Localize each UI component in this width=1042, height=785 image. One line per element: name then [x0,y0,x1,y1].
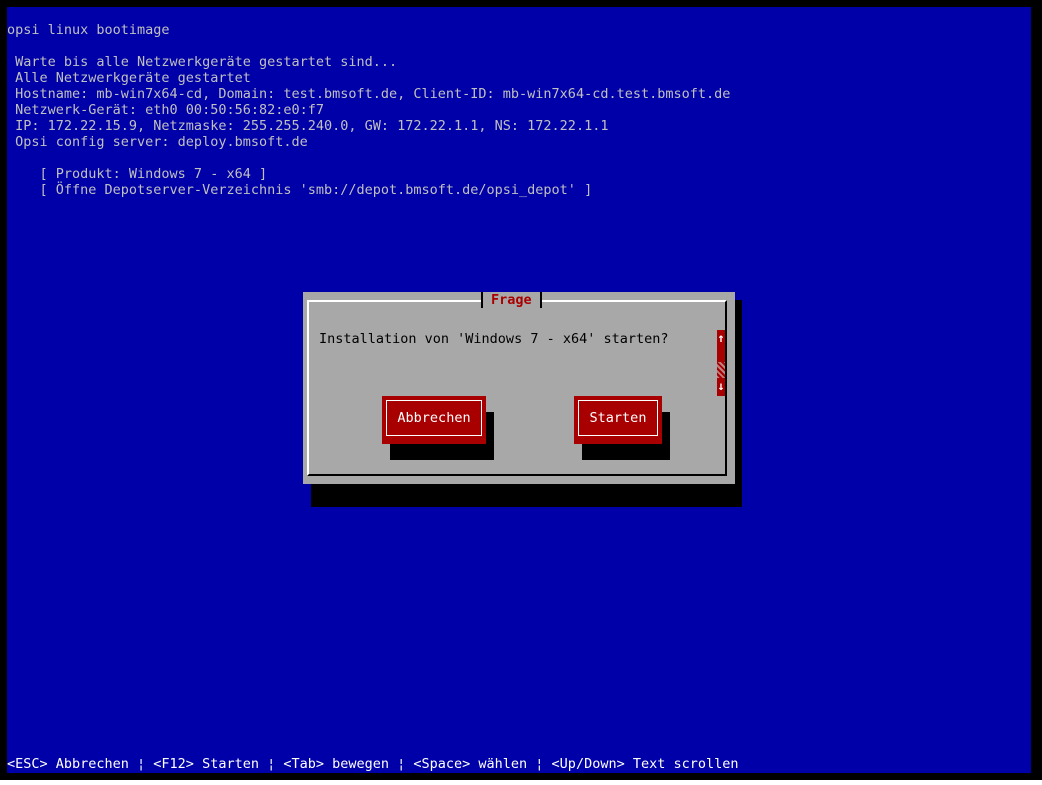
log-line: Alle Netzwerkgeräte gestartet [7,70,251,86]
scrollbar-thumb[interactable] [717,362,725,378]
screen-frame: opsi linux bootimage Warte bis alle Netz… [0,0,1042,780]
progress-line: [ Produkt: Windows 7 - x64 ] [7,166,268,182]
dialog-message: Installation von 'Windows 7 - x64' start… [319,331,669,347]
cancel-button-label: Abbrechen [397,410,471,426]
start-button[interactable]: Starten [574,396,662,444]
dialog-title: Frage [481,292,542,308]
log-line: IP: 172.22.15.9, Netzmaske: 255.255.240.… [7,118,609,134]
arrow-down-icon[interactable]: ↓ [717,378,725,394]
message-scrollbar[interactable]: ↑ ↓ [717,330,725,396]
console-title: opsi linux bootimage [7,22,170,38]
log-line: Netzwerk-Gerät: eth0 00:50:56:82:e0:f7 [7,102,324,118]
log-line: Warte bis alle Netzwerkgeräte gestartet … [7,54,398,70]
status-bar: <ESC> Abbrechen ¦ <F12> Starten ¦ <Tab> … [7,756,739,772]
log-line: Opsi config server: deploy.bmsoft.de [7,134,308,150]
arrow-up-icon[interactable]: ↑ [717,330,725,346]
progress-line: [ Öffne Depotserver-Verzeichnis 'smb://d… [7,182,593,198]
start-button-label: Starten [589,410,647,426]
cancel-button[interactable]: Abbrechen [382,396,486,444]
question-dialog: Frage Installation von 'Windows 7 - x64'… [303,292,735,484]
log-line: Hostname: mb-win7x64-cd, Domain: test.bm… [7,86,731,102]
console-screen: opsi linux bootimage Warte bis alle Netz… [7,7,1031,773]
